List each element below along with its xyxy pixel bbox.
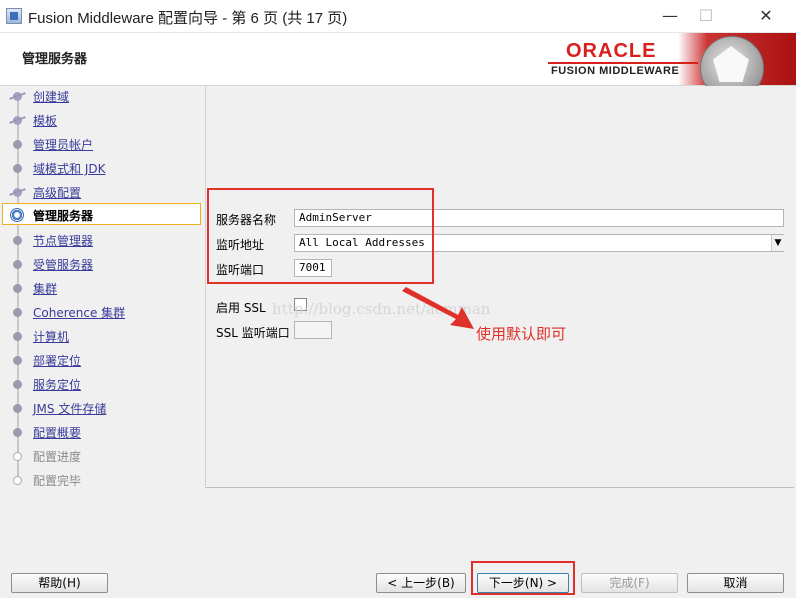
- step-item[interactable]: 配置概要: [0, 421, 202, 443]
- step-label: 配置概要: [33, 426, 82, 440]
- oracle-logo-text: ORACLE: [566, 40, 657, 62]
- wizard-header: [0, 33, 796, 86]
- step-item[interactable]: Coherence 集群: [0, 301, 202, 323]
- step-label: 集群: [33, 282, 58, 296]
- window-title: Fusion Middleware 配置向导 - 第 6 页 (共 17 页): [28, 10, 348, 27]
- step-item[interactable]: 节点管理器: [0, 229, 202, 251]
- ssl-port-label: SSL 监听端口: [216, 326, 290, 340]
- step-label: 域模式和 JDK: [33, 162, 106, 176]
- help-button[interactable]: 帮助(H): [11, 573, 108, 593]
- step-icon: [13, 356, 22, 365]
- step-icon: [13, 404, 22, 413]
- step-item[interactable]: 模板: [0, 109, 202, 131]
- step-label: 服务定位: [33, 378, 82, 392]
- step-icon: [13, 164, 22, 173]
- step-label: 受管服务器: [33, 258, 94, 272]
- step-icon: [13, 284, 22, 293]
- cancel-button[interactable]: 取消: [687, 573, 784, 593]
- step-item-disabled: 配置进度: [0, 445, 202, 467]
- minimize-button[interactable]: —: [652, 4, 688, 28]
- step-label: 节点管理器: [33, 234, 94, 248]
- step-icon: [13, 380, 22, 389]
- step-icon: [13, 428, 22, 437]
- step-current-icon: [10, 208, 24, 222]
- step-label: 配置完毕: [33, 474, 82, 488]
- page-title: 管理服务器: [22, 52, 88, 67]
- step-label: Coherence 集群: [33, 306, 126, 320]
- oracle-logo-rule: [548, 62, 698, 64]
- chevron-down-icon[interactable]: ▼: [771, 235, 784, 251]
- step-label: 模板: [33, 114, 58, 128]
- content-panel: [205, 86, 795, 486]
- step-item[interactable]: 集群: [0, 277, 202, 299]
- enable-ssl-label: 启用 SSL: [216, 301, 266, 315]
- step-label: 计算机: [33, 330, 70, 344]
- fusion-middleware-logo-text: FUSION MIDDLEWARE: [551, 65, 680, 77]
- message-pane: [205, 487, 794, 568]
- step-icon: [13, 140, 22, 149]
- ssl-port-input[interactable]: [294, 321, 332, 339]
- step-item-disabled: 配置完毕: [0, 469, 202, 491]
- finish-button: 完成(F): [581, 573, 678, 593]
- step-label: 管理服务器: [33, 209, 94, 223]
- step-item[interactable]: 高级配置: [0, 181, 202, 203]
- step-disabled-icon: [13, 452, 22, 461]
- step-item[interactable]: 创建域: [0, 85, 202, 107]
- annotation-arrow-icon: [402, 287, 474, 329]
- app-icon: [6, 8, 22, 24]
- maximize-button[interactable]: ☐: [688, 4, 724, 28]
- step-done-icon: [13, 188, 22, 197]
- step-label: 管理员帐户: [33, 138, 94, 152]
- annotation-highlight-box: [207, 188, 434, 284]
- step-label: 创建域: [33, 90, 70, 104]
- annotation-text: 使用默认即可: [476, 325, 567, 343]
- step-item[interactable]: JMS 文件存储: [0, 397, 202, 419]
- step-item[interactable]: 部署定位: [0, 349, 202, 371]
- next-highlight-box: [471, 561, 575, 595]
- step-done-icon: [13, 92, 22, 101]
- step-label: JMS 文件存储: [33, 402, 107, 416]
- step-item[interactable]: 受管服务器: [0, 253, 202, 275]
- step-item[interactable]: 服务定位: [0, 373, 202, 395]
- step-icon: [13, 308, 22, 317]
- step-item[interactable]: 计算机: [0, 325, 202, 347]
- step-item[interactable]: 管理员帐户: [0, 133, 202, 155]
- step-label: 部署定位: [33, 354, 82, 368]
- step-icon: [13, 260, 22, 269]
- step-icon: [13, 236, 22, 245]
- step-done-icon: [13, 116, 22, 125]
- step-label: 高级配置: [33, 186, 82, 200]
- step-icon: [13, 332, 22, 341]
- step-disabled-icon: [13, 476, 22, 485]
- step-item[interactable]: 域模式和 JDK: [0, 157, 202, 179]
- step-label: 配置进度: [33, 450, 82, 464]
- close-button[interactable]: ✕: [748, 4, 784, 28]
- back-button[interactable]: < 上一步(B): [376, 573, 466, 593]
- step-item-current[interactable]: 管理服务器: [0, 204, 202, 226]
